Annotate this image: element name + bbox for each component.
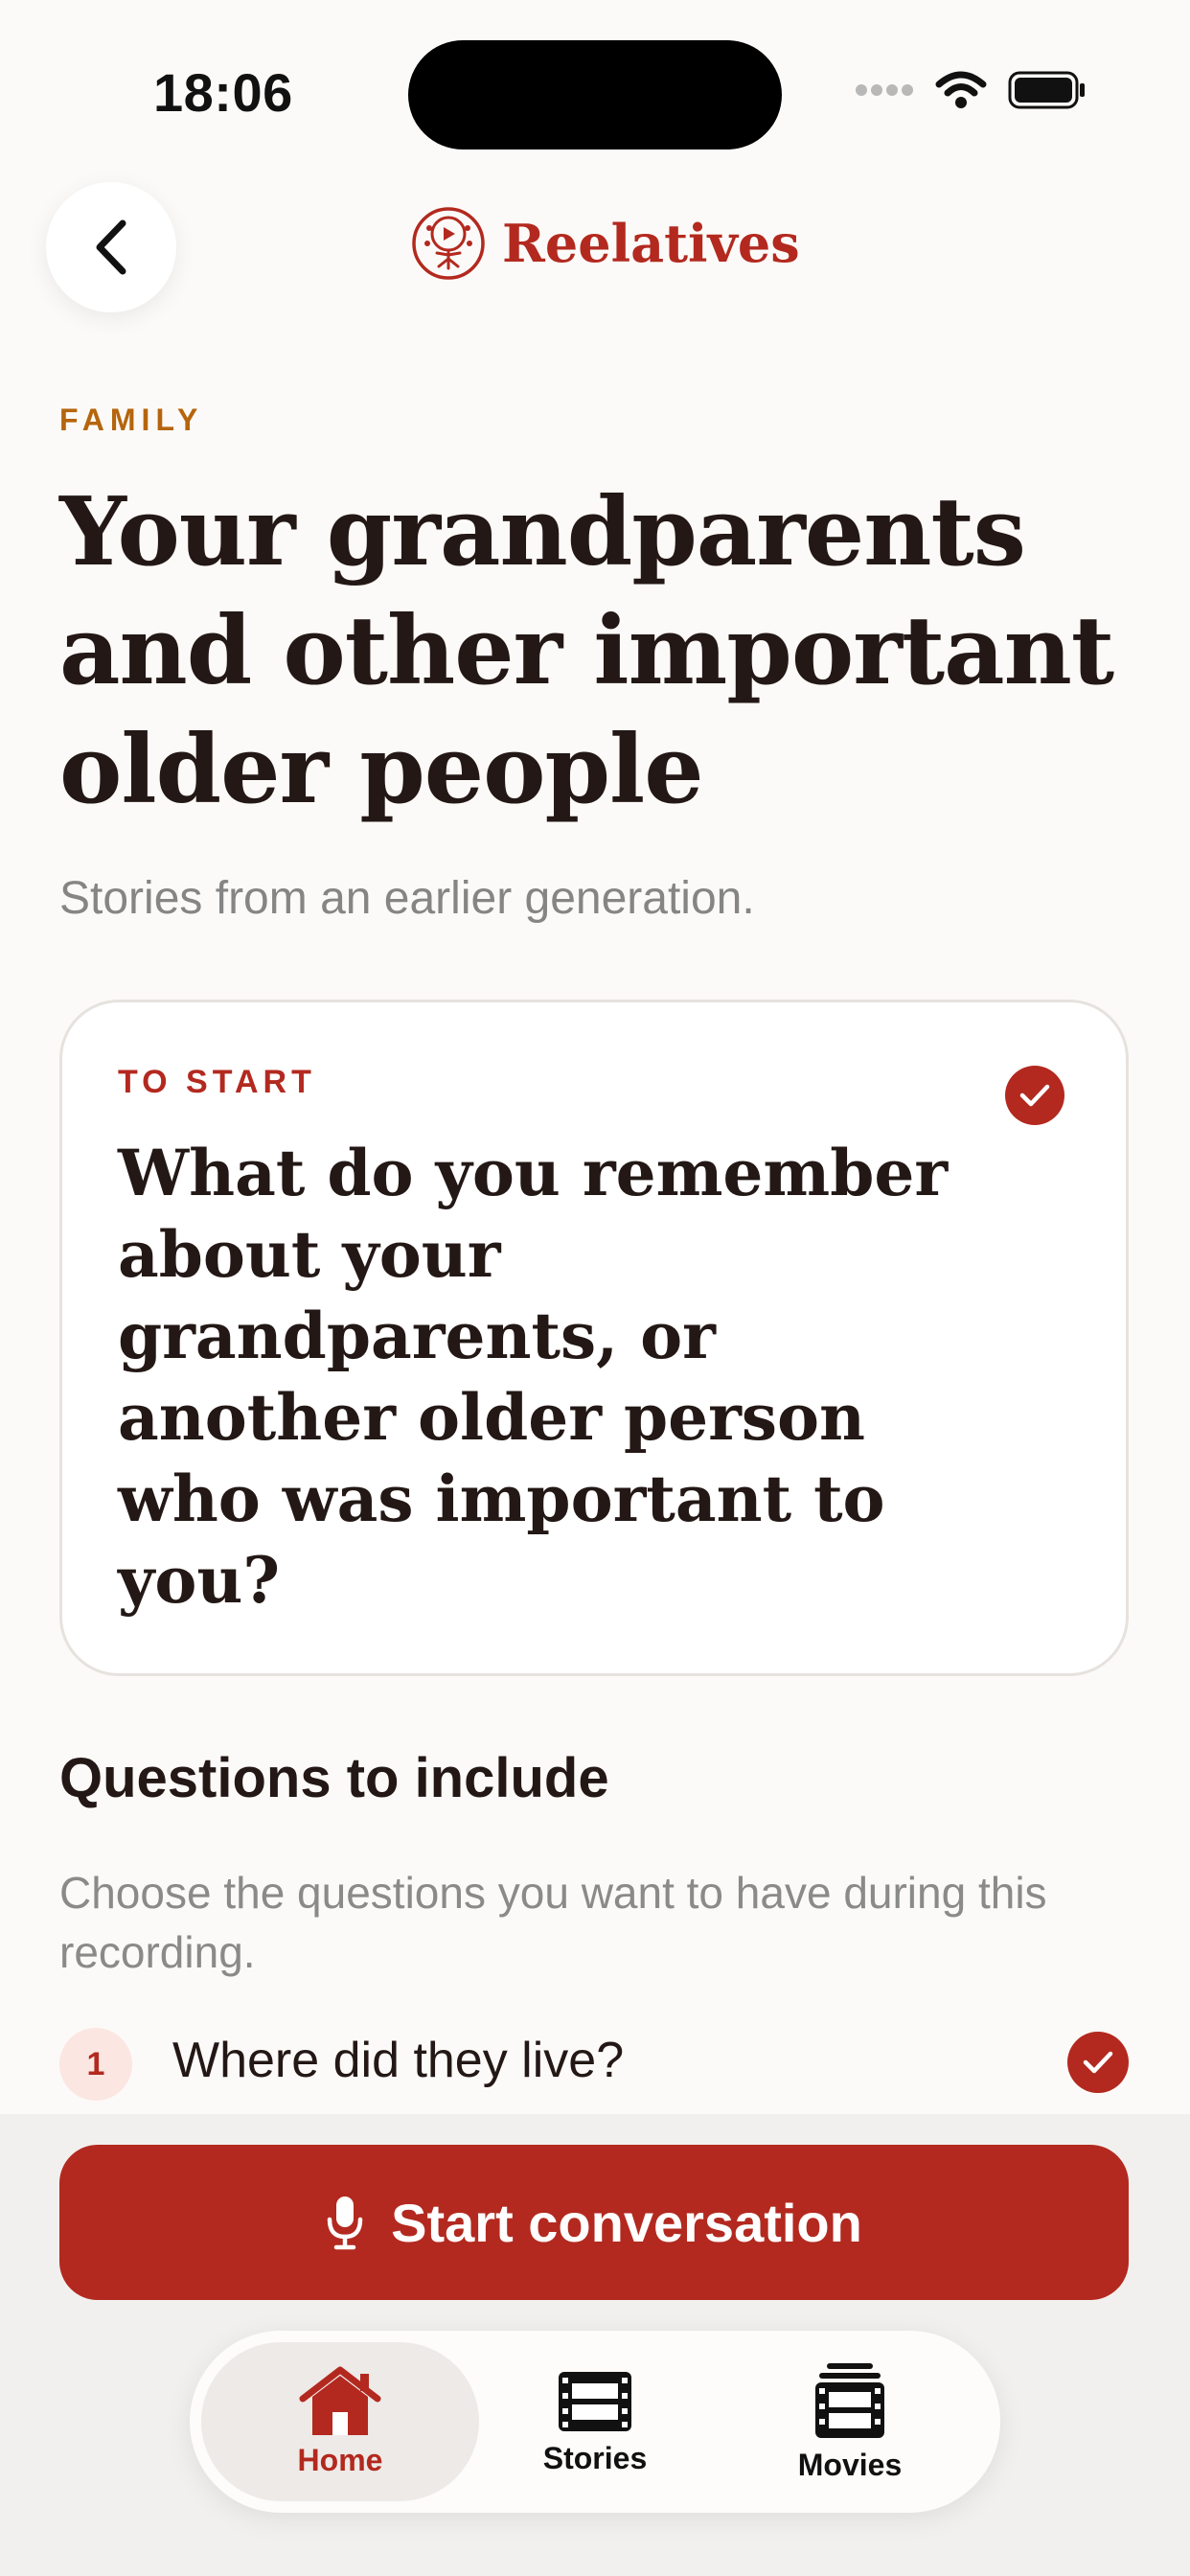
tab-movies[interactable]: Movies bbox=[711, 2342, 989, 2501]
battery-icon bbox=[1008, 71, 1085, 109]
status-icons bbox=[855, 71, 1087, 109]
question-item[interactable]: 1 Where did they live? bbox=[59, 2024, 1129, 2101]
screen: 18:06 Reelatives FAMILY Your grandparent… bbox=[0, 0, 1190, 2576]
prompt-card[interactable]: TO START What do you remember about your… bbox=[59, 1000, 1129, 1676]
film-icon bbox=[559, 2371, 631, 2431]
checkmark-icon bbox=[1019, 1084, 1050, 1107]
page-title: Your grandparents and other important ol… bbox=[59, 477, 1114, 825]
cellular-signal-icon bbox=[856, 84, 913, 96]
brand-name: Reelatives bbox=[502, 213, 800, 274]
category-eyebrow: FAMILY bbox=[59, 402, 204, 437]
question-text: Where did they live? bbox=[172, 2033, 625, 2088]
status-time: 18:06 bbox=[153, 62, 293, 123]
brand: Reelatives bbox=[410, 205, 800, 282]
prompt-question: What do you remember about your grandpar… bbox=[118, 1136, 949, 1618]
back-button[interactable] bbox=[46, 182, 176, 312]
questions-section-description: Choose the questions you want to have du… bbox=[59, 1868, 1047, 1977]
start-conversation-label: Start conversation bbox=[391, 2192, 862, 2253]
question-number-badge: 1 bbox=[59, 2028, 132, 2101]
tab-home-label: Home bbox=[297, 2442, 383, 2477]
microphone-icon bbox=[327, 2196, 363, 2250]
start-conversation-button[interactable]: Start conversation bbox=[59, 2145, 1129, 2300]
tab-bar: Home Stories Movies bbox=[190, 2331, 1000, 2513]
chevron-left-icon bbox=[96, 219, 126, 275]
film-stack-icon bbox=[815, 2362, 884, 2438]
dynamic-island bbox=[408, 40, 782, 150]
checkmark-icon bbox=[1083, 2051, 1113, 2074]
page-subtitle: Stories from an earlier generation. bbox=[59, 873, 755, 924]
tab-stories[interactable]: Stories bbox=[456, 2342, 734, 2501]
tab-stories-label: Stories bbox=[542, 2440, 648, 2475]
tab-home[interactable]: Home bbox=[201, 2342, 479, 2501]
family-tree-logo-icon bbox=[412, 207, 485, 280]
question-checkbox[interactable] bbox=[1067, 2032, 1129, 2093]
questions-section-title: Questions to include bbox=[59, 1747, 609, 1809]
wifi-icon bbox=[935, 71, 987, 108]
prompt-selected-checkmark[interactable] bbox=[1005, 1066, 1064, 1125]
prompt-card-label: TO START bbox=[118, 1064, 316, 1100]
home-icon bbox=[299, 2366, 381, 2435]
tab-movies-label: Movies bbox=[797, 2447, 903, 2482]
